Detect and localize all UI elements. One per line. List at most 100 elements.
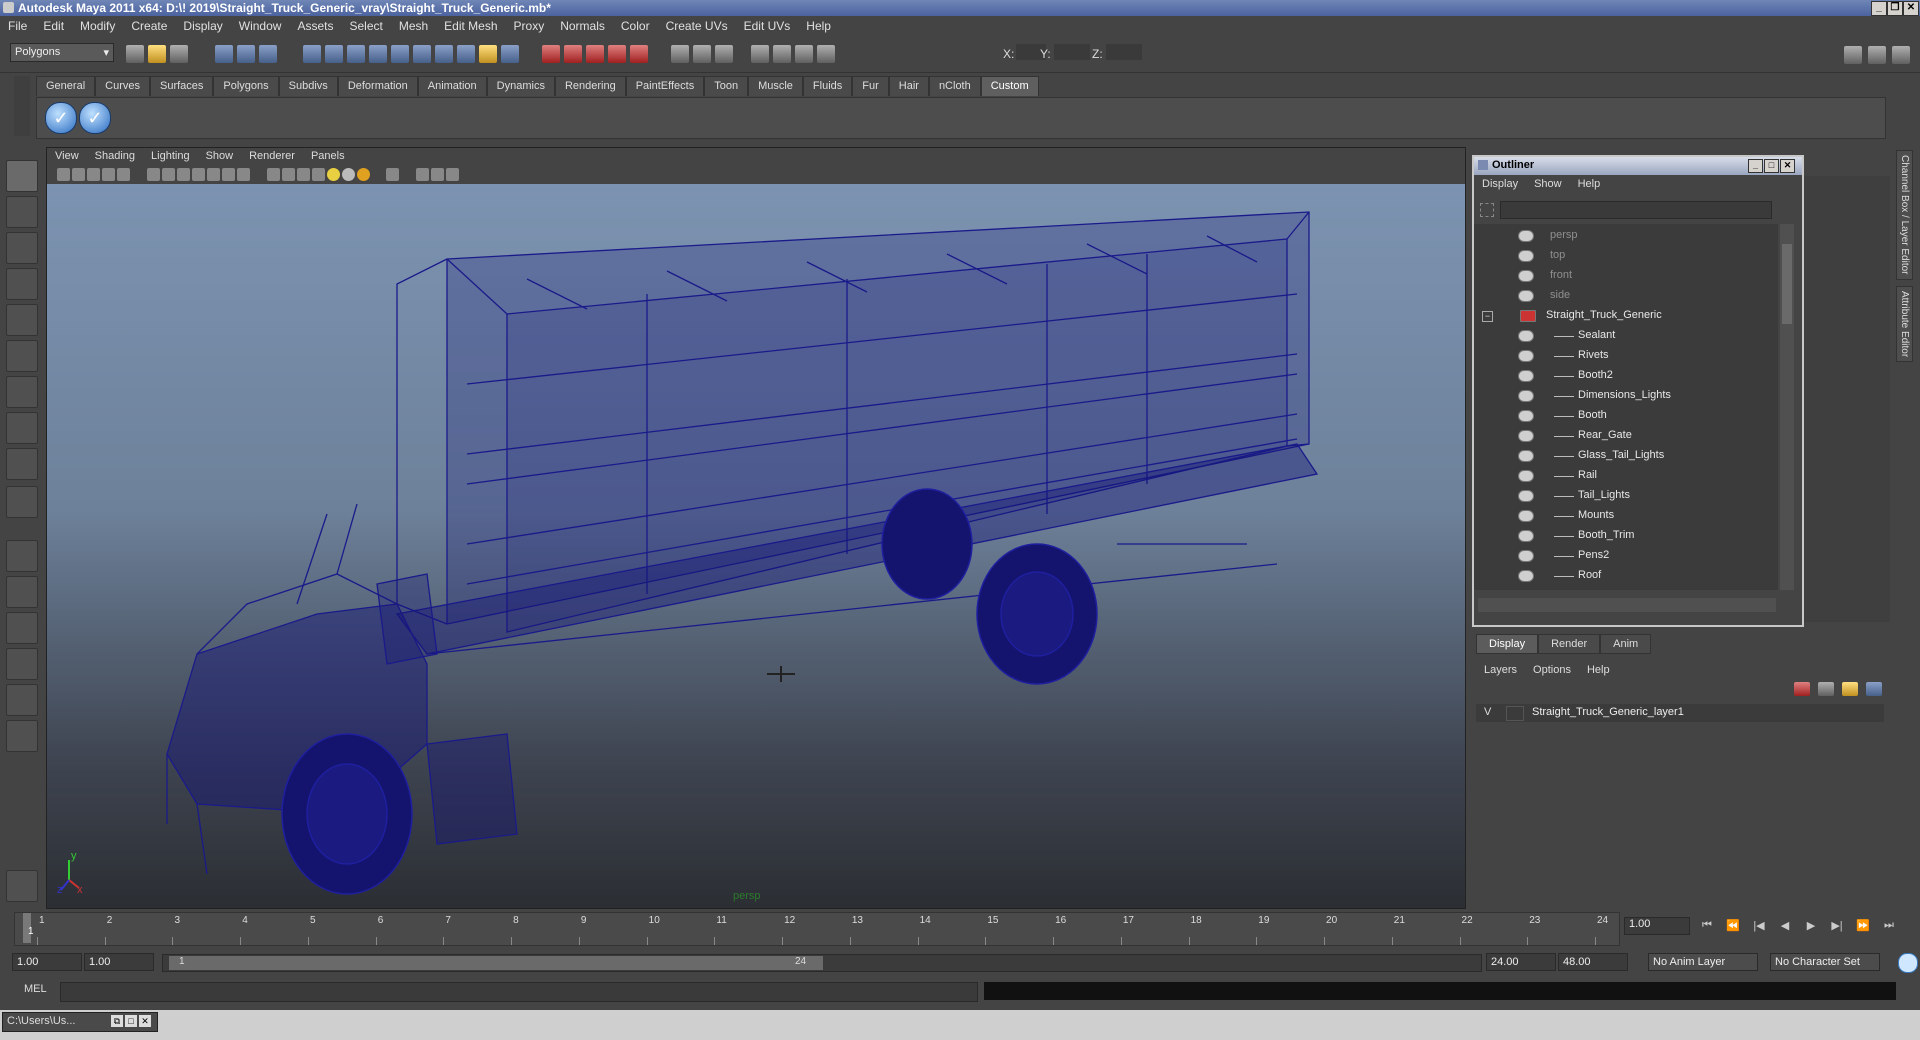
outliner-item[interactable]: Pens2 bbox=[1474, 546, 1778, 566]
command-input[interactable] bbox=[60, 982, 978, 1002]
layer-menu-help[interactable]: Help bbox=[1579, 662, 1618, 678]
layout-four-icon[interactable] bbox=[6, 576, 38, 608]
move-layer-up-icon[interactable] bbox=[1842, 682, 1858, 696]
outliner-item[interactable]: Rivets bbox=[1474, 346, 1778, 366]
outliner-item[interactable]: Booth2 bbox=[1474, 366, 1778, 386]
menu-edit-mesh[interactable]: Edit Mesh bbox=[436, 17, 505, 35]
layer-tab-display[interactable]: Display bbox=[1476, 634, 1539, 654]
layer-row[interactable]: V Straight_Truck_Generic_layer1 bbox=[1476, 704, 1884, 722]
time-slider[interactable]: 1 2 3 4 5 6 7 8 9 10 11 12 13 14 15 16 17 18 19 20 21 22 23 24 bbox=[14, 912, 1620, 946]
menu-normals[interactable]: Normals bbox=[552, 17, 613, 35]
side-tab-attribute-editor[interactable]: Attribute Editor bbox=[1896, 285, 1913, 362]
manipulator-tool-icon[interactable] bbox=[6, 376, 38, 408]
range-slider-handle[interactable]: 1 24 bbox=[169, 956, 823, 970]
play-forwards-icon[interactable]: ▶ bbox=[1802, 919, 1820, 933]
smooth-shade-icon[interactable] bbox=[281, 168, 295, 181]
outliner-item-camera[interactable]: front bbox=[1474, 266, 1778, 286]
menu-help[interactable]: Help bbox=[798, 17, 839, 35]
current-frame-field[interactable]: 1.00 bbox=[1624, 917, 1690, 935]
outliner-item[interactable]: Rail bbox=[1474, 466, 1778, 486]
layout-graph-icon[interactable] bbox=[6, 648, 38, 680]
lock-icon[interactable] bbox=[479, 45, 498, 63]
shelf-tab-curves[interactable]: Curves bbox=[95, 76, 150, 96]
outliner-item-root[interactable]: − Straight_Truck_Generic bbox=[1474, 306, 1778, 326]
snap-grid-icon[interactable] bbox=[303, 45, 322, 63]
outliner-titlebar[interactable]: Outliner _ □ ✕ bbox=[1474, 157, 1802, 175]
shadows-icon[interactable] bbox=[341, 168, 355, 181]
rotate-tool-icon[interactable] bbox=[6, 304, 38, 336]
outliner-item[interactable]: Dimensions_Lights bbox=[1474, 386, 1778, 406]
shelf-tab-deformation[interactable]: Deformation bbox=[337, 76, 418, 96]
isolate-select-icon[interactable] bbox=[386, 168, 400, 181]
shelf-tab-general[interactable]: General bbox=[36, 76, 96, 96]
camera-attributes-icon[interactable] bbox=[72, 168, 86, 181]
toggle-panel-icon-2[interactable] bbox=[1868, 46, 1886, 64]
shelf-tab-fluids[interactable]: Fluids bbox=[802, 76, 853, 96]
shelf-tab-subdivs[interactable]: Subdivs bbox=[278, 76, 338, 96]
menu-edit[interactable]: Edit bbox=[35, 17, 72, 35]
shelf-tab-polygons[interactable]: Polygons bbox=[213, 76, 279, 96]
close-button[interactable]: ✕ bbox=[1903, 1, 1919, 16]
maximize-icon[interactable]: □ bbox=[125, 1015, 137, 1027]
shelf-tab-hair[interactable]: Hair bbox=[888, 76, 929, 96]
animation-start-field[interactable]: 1.00 bbox=[12, 953, 82, 971]
go-to-end-icon[interactable]: ⏭ bbox=[1880, 919, 1898, 933]
menu-select[interactable]: Select bbox=[341, 17, 390, 35]
wireframe-icon[interactable] bbox=[266, 168, 280, 181]
layer-name[interactable]: Straight_Truck_Generic_layer1 bbox=[1532, 706, 1684, 718]
move-tool-icon[interactable] bbox=[6, 268, 38, 300]
outliner-filter-icon[interactable] bbox=[1480, 203, 1494, 217]
outliner-item-camera[interactable]: top bbox=[1474, 246, 1778, 266]
gate-mask-icon[interactable] bbox=[192, 168, 206, 181]
shelf-tab-custom[interactable]: Custom bbox=[980, 76, 1039, 96]
move-layer-down-icon[interactable] bbox=[1866, 682, 1882, 696]
outliner-item[interactable]: Sealant bbox=[1474, 326, 1778, 346]
menu-mesh[interactable]: Mesh bbox=[391, 17, 436, 35]
layout-icon-3[interactable] bbox=[795, 45, 814, 63]
field-chart-icon[interactable] bbox=[207, 168, 221, 181]
menu-assets[interactable]: Assets bbox=[289, 17, 341, 35]
layer-menu-options[interactable]: Options bbox=[1525, 662, 1579, 678]
outliner-item[interactable]: Mounts bbox=[1474, 506, 1778, 526]
viewport-menu-renderer[interactable]: Renderer bbox=[241, 148, 303, 164]
show-channel-box-icon[interactable] bbox=[670, 45, 689, 63]
outliner-search-field[interactable] bbox=[1500, 201, 1772, 219]
camera-select-icon[interactable] bbox=[57, 168, 71, 181]
auto-key-icon[interactable] bbox=[1898, 953, 1918, 973]
viewport-scene[interactable]: y z x persp bbox=[47, 184, 1465, 908]
custom-shelf-check-icon-1[interactable]: ✓ bbox=[45, 102, 77, 134]
open-scene-icon[interactable] bbox=[148, 45, 166, 63]
paint-select-tool-icon[interactable] bbox=[6, 232, 38, 264]
step-back-icon[interactable]: ⏪ bbox=[1724, 919, 1742, 933]
layout-single-icon[interactable] bbox=[6, 540, 38, 572]
scale-tool-icon[interactable] bbox=[6, 340, 38, 372]
toggle-panel-icon-3[interactable] bbox=[1892, 46, 1910, 64]
menu-set-dropdown[interactable]: Polygons ▾ bbox=[10, 43, 114, 62]
toolbox-bottom-icon[interactable] bbox=[6, 870, 38, 902]
toggle-panel-icon-1[interactable] bbox=[1844, 46, 1862, 64]
snap-view-icon[interactable] bbox=[369, 45, 388, 63]
new-scene-icon[interactable] bbox=[126, 45, 144, 63]
layer-tab-render[interactable]: Render bbox=[1538, 634, 1601, 654]
show-attribute-editor-icon[interactable] bbox=[692, 45, 711, 63]
shelf-tab-toon[interactable]: Toon bbox=[704, 76, 749, 96]
safe-title-icon[interactable] bbox=[237, 168, 251, 181]
layout-hypershade-icon[interactable] bbox=[6, 684, 38, 716]
snap-curve-icon[interactable] bbox=[325, 45, 344, 63]
outliner-item-camera[interactable]: side bbox=[1474, 286, 1778, 306]
history-icon[interactable] bbox=[413, 45, 432, 63]
snap-point-icon[interactable] bbox=[347, 45, 366, 63]
snap-surface-icon[interactable] bbox=[391, 45, 410, 63]
menu-color[interactable]: Color bbox=[613, 17, 658, 35]
range-slider-track[interactable]: 1 24 bbox=[162, 954, 1482, 972]
hypershade-icon[interactable] bbox=[608, 45, 627, 63]
bookmark-icon[interactable] bbox=[87, 168, 101, 181]
layer-type-toggle[interactable] bbox=[1506, 706, 1524, 721]
select-object-icon[interactable] bbox=[236, 45, 255, 63]
lasso-tool-icon[interactable] bbox=[6, 196, 38, 228]
outliner-scroll-thumb[interactable] bbox=[1782, 244, 1792, 324]
layout-icon-4[interactable] bbox=[817, 45, 836, 63]
select-component-icon[interactable] bbox=[258, 45, 277, 63]
layout-outliner-icon[interactable] bbox=[6, 612, 38, 644]
outliner-item[interactable]: Booth bbox=[1474, 406, 1778, 426]
